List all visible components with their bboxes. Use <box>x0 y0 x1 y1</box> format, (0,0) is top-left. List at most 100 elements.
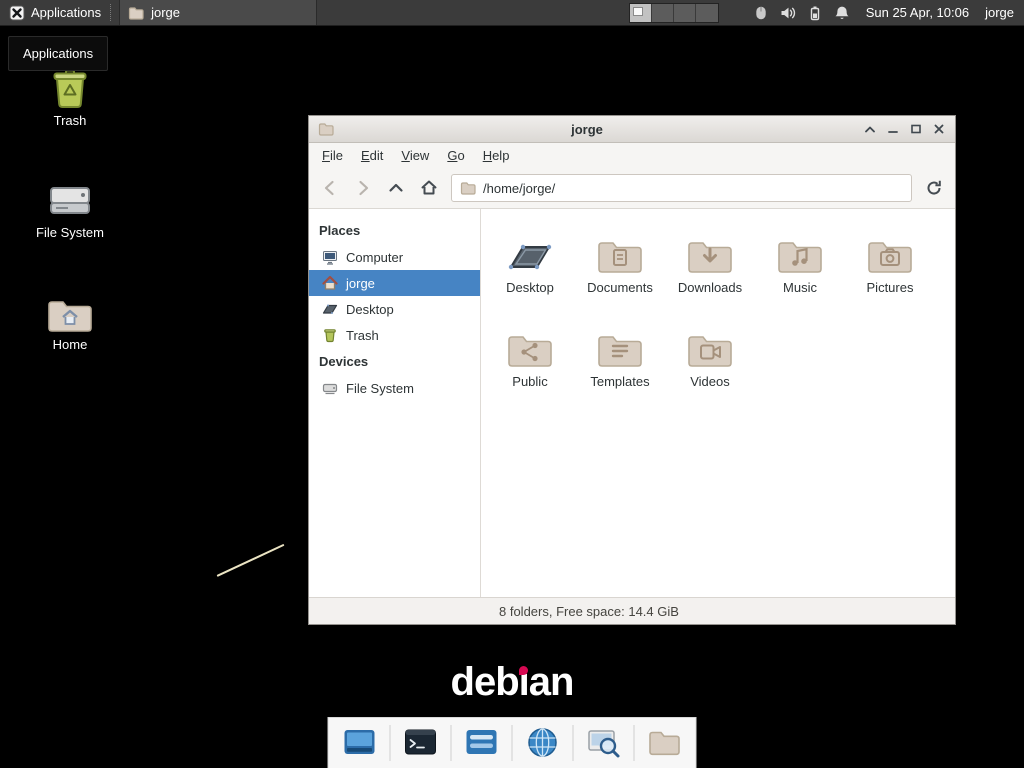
music-folder-icon <box>777 229 823 275</box>
file-label: Videos <box>690 374 730 389</box>
menu-go[interactable]: Go <box>438 145 473 166</box>
desktop-folder-icon <box>507 229 553 275</box>
path-bar[interactable]: /home/jorge/ <box>451 174 912 202</box>
home-nav-icon <box>419 178 439 198</box>
clock[interactable]: Sun 25 Apr, 10:06 <box>866 5 969 20</box>
file-label: Templates <box>590 374 649 389</box>
reload-button[interactable] <box>919 173 949 203</box>
sidebar-item-desktop[interactable]: Desktop <box>309 296 480 322</box>
trash-desktop-icon <box>47 66 93 110</box>
desktop-icon-label: Home <box>53 337 88 352</box>
debian-logo: debıan <box>451 660 574 704</box>
workspace-2[interactable] <box>652 4 674 22</box>
sidebar-item-computer[interactable]: Computer <box>309 244 480 270</box>
mouse-icon[interactable] <box>753 5 769 21</box>
file-public[interactable]: Public <box>485 323 575 417</box>
file-documents[interactable]: Documents <box>575 229 665 323</box>
back-button[interactable] <box>315 173 345 203</box>
notifications-bell-icon[interactable] <box>834 5 850 21</box>
file-manager-window: jorge FileEditViewGoHelp /home/jorge/ Pl… <box>308 115 956 625</box>
computer-icon <box>322 249 338 265</box>
sidebar-header-places: Places <box>309 217 480 244</box>
pictures-folder-icon <box>867 229 913 275</box>
up-icon <box>386 178 406 198</box>
applications-label: Applications <box>31 5 101 20</box>
minimize-button[interactable] <box>882 119 903 140</box>
power-icon[interactable] <box>807 5 823 21</box>
file-label: Public <box>512 374 547 389</box>
file-pictures[interactable]: Pictures <box>845 229 935 323</box>
sidebar-item-jorge[interactable]: jorge <box>309 270 480 296</box>
file-music[interactable]: Music <box>755 229 845 323</box>
window-controls <box>859 119 949 140</box>
home-icon <box>322 275 338 291</box>
drive-mini-icon <box>322 380 338 396</box>
sidebar-item-file-system[interactable]: File System <box>309 375 480 401</box>
debian-logo-i: ı <box>519 660 529 704</box>
home-desktop-icon <box>47 296 93 334</box>
dock-files-icon <box>648 726 682 760</box>
window-title: jorge <box>309 122 865 137</box>
forward-button[interactable] <box>348 173 378 203</box>
workspace-3[interactable] <box>674 4 696 22</box>
sidebar-item-label: Computer <box>346 250 403 265</box>
menu-file[interactable]: File <box>313 145 352 166</box>
applications-menu-button[interactable]: Applications <box>0 0 110 25</box>
menu-view[interactable]: View <box>392 145 438 166</box>
maximize-icon <box>908 121 924 137</box>
user-menu[interactable]: jorge <box>985 5 1014 20</box>
workspace-4[interactable] <box>696 4 718 22</box>
sidebar-item-label: Desktop <box>346 302 394 317</box>
file-label: Downloads <box>678 280 742 295</box>
workspace-1[interactable] <box>630 4 652 22</box>
desktop-icon-file-system[interactable]: File System <box>14 178 126 240</box>
desktop-icon-label: Trash <box>54 113 87 128</box>
file-downloads[interactable]: Downloads <box>665 229 755 323</box>
panel-handle <box>110 4 117 22</box>
desktop-artifact-line <box>217 544 285 577</box>
forward-icon <box>353 178 373 198</box>
dock-desktop-launcher[interactable] <box>341 724 379 762</box>
dock-terminal-launcher[interactable] <box>402 724 440 762</box>
dock-separator <box>634 725 635 761</box>
shade-button[interactable] <box>859 119 880 140</box>
videos-folder-icon <box>687 323 733 369</box>
up-button[interactable] <box>381 173 411 203</box>
dock-finder-launcher[interactable] <box>585 724 623 762</box>
titlebar[interactable]: jorge <box>309 116 955 143</box>
sidebar-header-devices: Devices <box>309 348 480 375</box>
workspace-switcher[interactable] <box>629 3 719 23</box>
dock-separator <box>573 725 574 761</box>
sidebar: Places Computer jorge Desktop TrashDevices Fi… <box>309 209 481 597</box>
taskbar-item-jorge[interactable]: jorge <box>119 0 317 25</box>
system-tray <box>753 5 850 21</box>
menu-edit[interactable]: Edit <box>352 145 392 166</box>
sidebar-item-label: jorge <box>346 276 375 291</box>
file-templates[interactable]: Templates <box>575 323 665 417</box>
downloads-folder-icon <box>687 229 733 275</box>
file-desktop[interactable]: Desktop <box>485 229 575 323</box>
close-icon <box>931 121 947 137</box>
maximize-button[interactable] <box>905 119 926 140</box>
dock-files-launcher[interactable] <box>646 724 684 762</box>
sidebar-item-trash[interactable]: Trash <box>309 322 480 348</box>
dock-desktop-icon <box>343 726 377 760</box>
dock-finder-icon <box>587 726 621 760</box>
desktop-mini-icon <box>322 301 338 317</box>
desktop-icon-trash[interactable]: Trash <box>14 66 126 128</box>
window-body: PlacesComputerjorgeDesktopTrashDevicesFi… <box>309 209 955 597</box>
menu-help[interactable]: Help <box>474 145 519 166</box>
statusbar: 8 folders, Free space: 14.4 GiB <box>309 597 955 624</box>
desktop-icon-label: File System <box>36 225 104 240</box>
home-button[interactable] <box>414 173 444 203</box>
desktop-icon-home[interactable]: Home <box>14 296 126 352</box>
file-videos[interactable]: Videos <box>665 323 755 417</box>
dock-panel-launcher[interactable] <box>463 724 501 762</box>
close-button[interactable] <box>928 119 949 140</box>
path-text: /home/jorge/ <box>483 181 555 196</box>
sidebar-item-label: File System <box>346 381 414 396</box>
dock-browser-launcher[interactable] <box>524 724 562 762</box>
dock-panel-icon <box>465 726 499 760</box>
applications-icon <box>9 5 25 21</box>
volume-icon[interactable] <box>780 5 796 21</box>
